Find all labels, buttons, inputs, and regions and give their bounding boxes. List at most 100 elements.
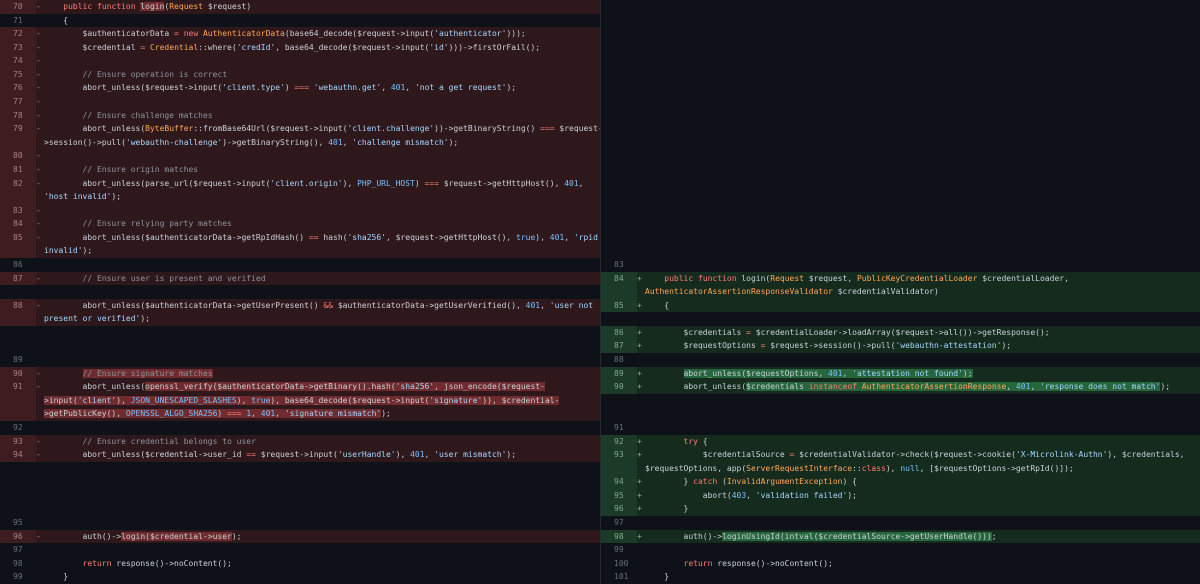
code-token: // Ensure user is present and verified xyxy=(83,274,266,283)
line-number[interactable]: 79 xyxy=(0,122,36,136)
code-token: 401 xyxy=(1016,382,1030,391)
line-number[interactable]: 90 xyxy=(0,367,36,381)
line-number[interactable]: 82 xyxy=(0,177,36,191)
line-number[interactable]: 99 xyxy=(0,570,36,584)
line-number[interactable]: 93 xyxy=(0,435,36,449)
code-line xyxy=(44,353,600,367)
line-number[interactable]: 75 xyxy=(0,68,36,82)
line-number xyxy=(601,109,637,123)
diff-marker xyxy=(36,14,44,28)
line-number[interactable]: 76 xyxy=(0,81,36,95)
line-number xyxy=(0,244,36,258)
line-number[interactable]: 95 xyxy=(601,489,637,503)
line-number[interactable]: 86 xyxy=(601,326,637,340)
code-line xyxy=(44,462,600,476)
code-line: auth()->login($credential->user); xyxy=(44,530,600,544)
code-token: ))->getBinaryString() xyxy=(434,124,540,133)
diff-marker xyxy=(36,285,44,299)
code-token: Credential xyxy=(150,43,198,52)
line-number[interactable]: 92 xyxy=(0,421,36,435)
line-number[interactable]: 90 xyxy=(601,380,637,394)
code-line xyxy=(44,149,600,163)
line-number[interactable]: 84 xyxy=(601,272,637,286)
line-number xyxy=(601,394,637,408)
diff-marker: + xyxy=(637,530,645,544)
line-number[interactable]: 97 xyxy=(0,543,36,557)
line-number[interactable]: 100 xyxy=(601,557,637,571)
diff-row xyxy=(601,312,1200,326)
code-token: , xyxy=(251,409,261,418)
diff-row: 98 return response()->noContent(); xyxy=(0,557,600,571)
line-number[interactable]: 72 xyxy=(0,27,36,41)
line-number[interactable]: 94 xyxy=(601,475,637,489)
code-line xyxy=(44,475,600,489)
code-token: ( xyxy=(717,477,727,486)
line-number[interactable]: 86 xyxy=(0,258,36,272)
diff-row: 74- xyxy=(0,54,600,68)
line-number[interactable]: 80 xyxy=(0,149,36,163)
line-number[interactable]: 88 xyxy=(0,299,36,313)
line-number[interactable]: 89 xyxy=(601,367,637,381)
diff-marker xyxy=(637,462,645,476)
line-number[interactable]: 88 xyxy=(601,353,637,367)
diff-row xyxy=(601,177,1200,191)
diff-marker: - xyxy=(36,217,44,231)
line-number[interactable]: 98 xyxy=(0,557,36,571)
code-token: ); xyxy=(1160,382,1170,391)
line-number[interactable]: 73 xyxy=(0,41,36,55)
code-token: ); xyxy=(111,192,121,201)
diff-marker: - xyxy=(36,0,44,14)
code-token: class xyxy=(862,464,886,473)
line-number[interactable]: 96 xyxy=(0,530,36,544)
line-number[interactable]: 96 xyxy=(601,502,637,516)
line-number[interactable]: 74 xyxy=(0,54,36,68)
code-line: abort(403, 'validation failed'); xyxy=(645,489,1200,503)
line-number[interactable]: 78 xyxy=(0,109,36,123)
code-token: 'sha256' xyxy=(396,382,435,391)
diff-marker xyxy=(637,231,645,245)
code-token: $request->input( xyxy=(256,450,338,459)
code-token: response()->noContent(); xyxy=(111,559,231,568)
code-line: abort_unless(ByteBuffer::fromBase64Url($… xyxy=(44,122,600,136)
line-number[interactable]: 94 xyxy=(0,448,36,462)
code-token: abort_unless( xyxy=(645,382,746,391)
diff-row xyxy=(601,231,1200,245)
line-number[interactable]: 98 xyxy=(601,530,637,544)
line-number[interactable]: 92 xyxy=(601,435,637,449)
diff-marker xyxy=(637,421,645,435)
line-number[interactable]: 101 xyxy=(601,570,637,584)
line-number[interactable]: 83 xyxy=(0,204,36,218)
code-token: PublicKeyCredentialLoader xyxy=(857,274,977,283)
line-number[interactable]: 81 xyxy=(0,163,36,177)
diff-row xyxy=(601,14,1200,28)
line-number[interactable]: 85 xyxy=(0,231,36,245)
line-number[interactable]: 77 xyxy=(0,95,36,109)
diff-row: 75- // Ensure operation is correct xyxy=(0,68,600,82)
diff-row: 95+ abort(403, 'validation failed'); xyxy=(601,489,1200,503)
code-line xyxy=(44,502,600,516)
line-number[interactable]: 87 xyxy=(601,339,637,353)
line-number[interactable]: 99 xyxy=(601,543,637,557)
diff-row xyxy=(601,190,1200,204)
line-number[interactable]: 89 xyxy=(0,353,36,367)
diff-row: 91- abort_unless(openssl_verify($authent… xyxy=(0,380,600,394)
line-number[interactable]: 84 xyxy=(0,217,36,231)
code-token: present or verified' xyxy=(44,314,140,323)
line-number[interactable]: 83 xyxy=(601,258,637,272)
line-number[interactable]: 93 xyxy=(601,448,637,462)
line-number[interactable]: 95 xyxy=(0,516,36,530)
code-token: === xyxy=(294,83,308,92)
line-number[interactable]: 97 xyxy=(601,516,637,530)
line-number[interactable]: 85 xyxy=(601,299,637,313)
diff-marker xyxy=(36,258,44,272)
line-number[interactable]: 87 xyxy=(0,272,36,286)
line-number[interactable]: 91 xyxy=(0,380,36,394)
diff-pane-new[interactable]: 8384+ public function login(Request $req… xyxy=(600,0,1200,584)
code-line xyxy=(44,285,600,299)
code-line xyxy=(645,353,1200,367)
line-number[interactable]: 70 xyxy=(0,0,36,14)
line-number[interactable]: 91 xyxy=(601,421,637,435)
diff-pane-old[interactable]: 70- public function login(Request $reque… xyxy=(0,0,600,584)
code-token: catch xyxy=(693,477,717,486)
line-number[interactable]: 71 xyxy=(0,14,36,28)
